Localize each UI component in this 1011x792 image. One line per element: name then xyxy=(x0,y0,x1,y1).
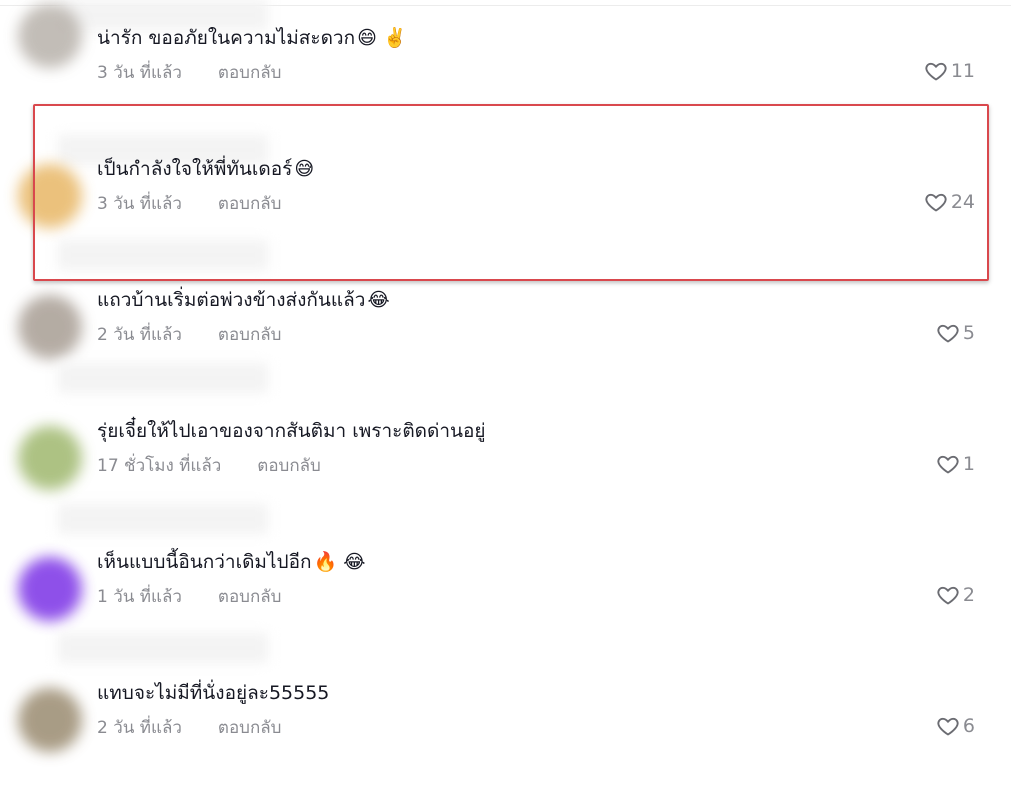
comment-meta: 3 วัน ที่แล้ว ตอบกลับ xyxy=(97,61,281,85)
like-count: 24 xyxy=(950,191,975,213)
emoji: 🔥 😂 xyxy=(313,551,366,573)
comment-text: แถวบ้านเริ่มต่อพ่วงข้างส่งกันแล้ว 😂 xyxy=(97,286,390,314)
like-button[interactable]: 1 xyxy=(936,452,975,476)
like-count: 11 xyxy=(950,60,975,82)
like-button[interactable]: 6 xyxy=(936,714,975,738)
heart-icon xyxy=(925,62,947,81)
emoji: 😅 xyxy=(294,158,315,180)
comment-text: เป็นกำลังใจให้พี่ทันเดอร์ 😅 xyxy=(97,155,314,183)
like-button[interactable]: 11 xyxy=(924,59,975,83)
avatar[interactable] xyxy=(18,557,82,621)
avatar[interactable] xyxy=(18,426,82,490)
like-button[interactable]: 24 xyxy=(924,190,975,214)
comment-text: แทบจะไม่มีที่นั่งอยู่ละ55555 xyxy=(97,682,330,704)
comment-text: รุ่ยเจี๋ยให้ไปเอาของจากสันติมา เพราะติดด… xyxy=(97,420,486,442)
like-count: 2 xyxy=(962,584,975,606)
blurred-username xyxy=(58,504,268,534)
comment-meta: 17 ชั่วโมง ที่แล้ว ตอบกลับ xyxy=(97,454,321,478)
like-button[interactable]: 5 xyxy=(936,321,975,345)
blurred-username xyxy=(58,363,268,393)
heart-icon xyxy=(937,324,959,343)
comment-time: 3 วัน ที่แล้ว xyxy=(97,63,182,83)
blurred-username xyxy=(58,633,268,663)
avatar[interactable] xyxy=(18,164,82,228)
comment-meta: 1 วัน ที่แล้ว ตอบกลับ xyxy=(97,585,281,609)
like-count: 1 xyxy=(962,453,975,475)
avatar[interactable] xyxy=(18,295,82,359)
emoji: 😄 ✌️ xyxy=(357,27,407,49)
avatar[interactable] xyxy=(18,4,82,68)
reply-button[interactable]: ตอบกลับ xyxy=(218,718,282,738)
comment-time: 1 วัน ที่แล้ว xyxy=(97,587,182,607)
like-count: 5 xyxy=(962,322,975,344)
comment-time: 2 วัน ที่แล้ว xyxy=(97,718,182,738)
comment-item: แทบจะไม่มีที่นั่งอยู่ละ55555 2 วัน ที่แล… xyxy=(0,633,1011,792)
like-count: 6 xyxy=(962,715,975,737)
like-button[interactable]: 2 xyxy=(936,583,975,607)
blurred-username xyxy=(58,240,268,270)
reply-button[interactable]: ตอบกลับ xyxy=(218,587,282,607)
comment-text: น่ารัก ขออภัยในความไม่สะดวก 😄 ✌️ xyxy=(97,24,407,52)
comment-time: 17 ชั่วโมง ที่แล้ว xyxy=(97,456,222,476)
comment-meta: 2 วัน ที่แล้ว ตอบกลับ xyxy=(97,716,281,740)
comment-text: เห็นแบบนี้อินกว่าเดิมไปอีก 🔥 😂 xyxy=(97,548,365,576)
comment-item: น่ารัก ขออภัยในความไม่สะดวก 😄 ✌️ 3 วัน ที… xyxy=(0,0,1011,137)
reply-button[interactable]: ตอบกลับ xyxy=(218,63,282,83)
comment-meta: 3 วัน ที่แล้ว ตอบกลับ xyxy=(97,192,281,216)
comment-meta: 2 วัน ที่แล้ว ตอบกลับ xyxy=(97,323,281,347)
heart-icon xyxy=(925,193,947,212)
comment-time: 3 วัน ที่แล้ว xyxy=(97,194,182,214)
heart-icon xyxy=(937,455,959,474)
reply-button[interactable]: ตอบกลับ xyxy=(218,325,282,345)
emoji: 😂 xyxy=(367,289,390,311)
heart-icon xyxy=(937,586,959,605)
avatar[interactable] xyxy=(18,688,82,752)
comment-time: 2 วัน ที่แล้ว xyxy=(97,325,182,345)
reply-button[interactable]: ตอบกลับ xyxy=(257,456,321,476)
heart-icon xyxy=(937,717,959,736)
reply-button[interactable]: ตอบกลับ xyxy=(218,194,282,214)
